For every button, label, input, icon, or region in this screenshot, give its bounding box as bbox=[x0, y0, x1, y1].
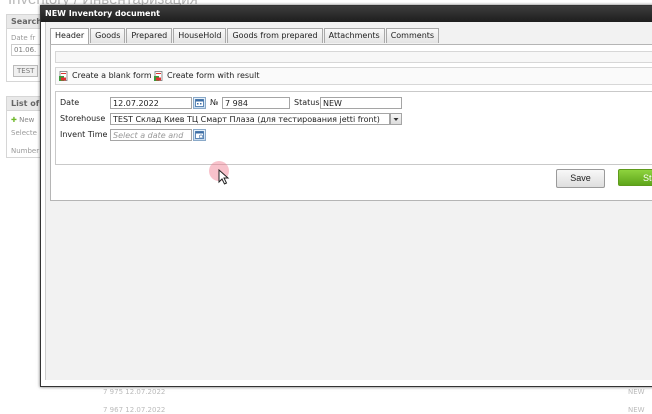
invent-time-input[interactable]: Select a date and bbox=[110, 129, 192, 141]
row-status: NEW bbox=[628, 406, 645, 414]
calendar-icon bbox=[195, 99, 204, 107]
search-panel: Search Date fr 01.06. TEST bbox=[6, 14, 55, 82]
list-panel: List of ✚ New Selecte Number bbox=[6, 96, 44, 158]
tab-bar: Header Goods Prepared HouseHold Goods fr… bbox=[50, 28, 440, 45]
document-icon bbox=[154, 70, 163, 81]
invent-time-label: Invent Time bbox=[60, 130, 108, 139]
storehouse-select[interactable]: TEST Склад Киев ТЦ Смарт Плаза (для тест… bbox=[110, 113, 390, 125]
tab-goods[interactable]: Goods bbox=[90, 28, 126, 43]
dropdown-arrow-icon bbox=[393, 118, 399, 121]
date-picker-button[interactable] bbox=[193, 97, 206, 109]
start-button[interactable]: Sta bbox=[618, 169, 652, 186]
create-form-with-result-label: Create form with result bbox=[167, 71, 260, 80]
status-label: Status bbox=[294, 98, 320, 107]
toolbar-strip bbox=[55, 51, 652, 63]
number-input[interactable]: 7 984 bbox=[222, 97, 290, 109]
create-form-with-result-button[interactable]: Create form with result bbox=[154, 70, 259, 82]
dialog-body: Header Goods Prepared HouseHold Goods fr… bbox=[45, 22, 652, 380]
storehouse-dropdown-button[interactable] bbox=[390, 113, 402, 125]
calendar-icon bbox=[195, 131, 204, 139]
table-row[interactable]: 7 967 12.07.2022 bbox=[103, 406, 165, 414]
tab-household[interactable]: HouseHold bbox=[173, 28, 227, 43]
number-label: № bbox=[210, 98, 219, 107]
table-row[interactable]: 7 975 12.07.2022 bbox=[103, 388, 165, 396]
date-input[interactable]: 12.07.2022 bbox=[110, 97, 192, 109]
tab-attachments[interactable]: Attachments bbox=[323, 28, 385, 43]
actions-bar: Create a blank form Create form with res… bbox=[55, 67, 652, 85]
row-status: NEW bbox=[628, 388, 645, 396]
storehouse-label: Storehouse bbox=[60, 114, 106, 123]
number-column-header: Number bbox=[11, 147, 40, 155]
document-icon bbox=[59, 70, 68, 81]
create-blank-form-button[interactable]: Create a blank form bbox=[59, 70, 152, 82]
inventory-document-dialog: NEW Inventory document Header Goods Prep… bbox=[40, 5, 652, 387]
search-panel-header: Search bbox=[7, 15, 43, 29]
save-button[interactable]: Save bbox=[556, 169, 605, 188]
date-from-label: Date fr bbox=[11, 34, 36, 42]
new-button-label: New bbox=[19, 116, 35, 124]
row-number: 7 967 bbox=[103, 406, 124, 414]
selected-label: Selecte bbox=[11, 129, 37, 137]
create-blank-form-label: Create a blank form bbox=[72, 71, 152, 80]
row-date: 12.07.2022 bbox=[125, 388, 166, 396]
new-document-button[interactable]: ✚ New bbox=[11, 116, 34, 124]
date-label: Date bbox=[60, 98, 80, 107]
dialog-title[interactable]: NEW Inventory document bbox=[41, 6, 652, 22]
tab-comments[interactable]: Comments bbox=[385, 28, 440, 43]
tab-prepared[interactable]: Prepared bbox=[126, 28, 173, 43]
row-date: 12.07.2022 bbox=[125, 406, 166, 414]
header-form: Date 12.07.2022 № 7 984 Status NEW Store… bbox=[55, 91, 652, 165]
invent-time-picker-button[interactable] bbox=[193, 129, 206, 141]
tab-header[interactable]: Header bbox=[50, 28, 90, 45]
plus-icon: ✚ bbox=[11, 116, 17, 124]
list-panel-header: List of bbox=[7, 97, 43, 111]
test-filter-button[interactable]: TEST bbox=[13, 65, 39, 77]
status-input[interactable]: NEW bbox=[320, 97, 402, 109]
row-number: 7 975 bbox=[103, 388, 124, 396]
mouse-cursor-icon bbox=[218, 169, 230, 185]
tab-goods-from-prepared[interactable]: Goods from prepared bbox=[227, 28, 323, 43]
